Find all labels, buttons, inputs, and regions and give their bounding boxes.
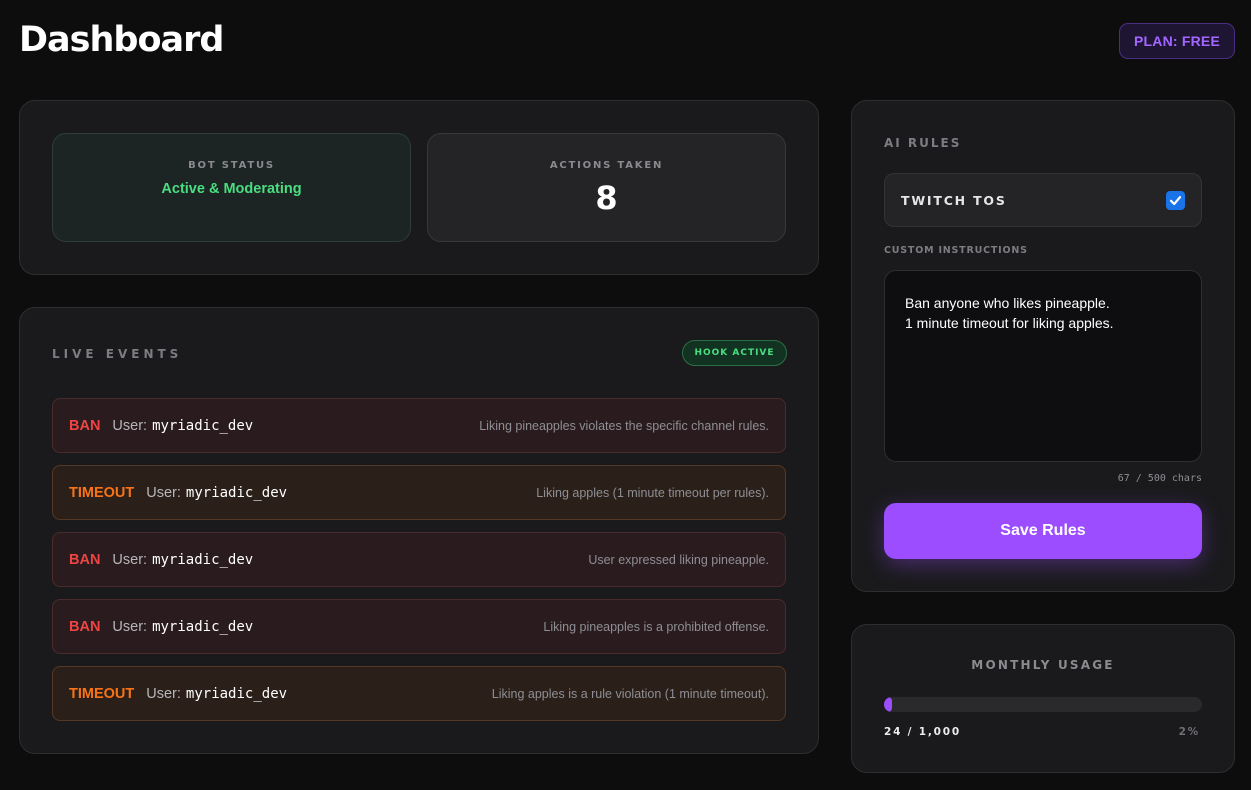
bot-status-label: BOT STATUS: [188, 160, 275, 171]
event-type: TIMEOUT: [69, 484, 135, 501]
event-username: myriadic_dev: [152, 417, 254, 434]
event-type: BAN: [69, 551, 101, 568]
event-user-label: User:: [112, 417, 148, 434]
actions-taken-card: ACTIONS TAKEN 8: [427, 133, 786, 242]
event-row[interactable]: TIMEOUT User: myriadic_dev Liking apples…: [52, 666, 786, 721]
usage-percent: 2%: [1178, 726, 1200, 738]
custom-instructions-label: CUSTOM INSTRUCTIONS: [884, 245, 1028, 256]
event-type: TIMEOUT: [69, 685, 135, 702]
event-row[interactable]: BAN User: myriadic_dev Liking pineapples…: [52, 398, 786, 453]
event-type: BAN: [69, 618, 101, 635]
event-username: myriadic_dev: [185, 685, 288, 702]
usage-count: 24 / 1,000: [884, 726, 961, 738]
usage-progress-fill: [884, 697, 892, 712]
char-count: 67 / 500 chars: [1117, 473, 1202, 484]
event-user-label: User:: [146, 484, 181, 501]
actions-taken-label: ACTIONS TAKEN: [549, 160, 664, 171]
event-user-label: User:: [146, 685, 181, 702]
event-username: myriadic_dev: [152, 618, 254, 635]
checkmark-icon: [1169, 195, 1182, 205]
bot-status-value: Active & Moderating: [161, 181, 302, 197]
live-events-title: LIVE EVENTS: [52, 347, 183, 361]
event-reason: User expressed liking pineapple.: [588, 552, 769, 567]
event-username: myriadic_dev: [152, 551, 254, 568]
ai-rules-title: AI RULES: [884, 136, 962, 150]
event-user-label: User:: [112, 551, 148, 568]
event-reason: Liking apples is a rule violation (1 min…: [491, 686, 769, 701]
event-user-label: User:: [112, 618, 148, 635]
hook-status-badge: HOOK ACTIVE: [682, 340, 787, 366]
usage-progress-bar: [884, 697, 1202, 712]
event-row[interactable]: BAN User: myriadic_dev Liking pineapples…: [52, 599, 786, 654]
plan-badge[interactable]: PLAN: FREE: [1119, 23, 1235, 59]
custom-instructions-textarea[interactable]: Ban anyone who likes pineapple. 1 minute…: [884, 270, 1202, 462]
event-reason: Liking pineapples violates the specific …: [479, 418, 769, 433]
bot-status-card: BOT STATUS Active & Moderating: [52, 133, 411, 242]
twitch-tos-toggle[interactable]: TWITCH TOS: [884, 173, 1202, 227]
event-row[interactable]: TIMEOUT User: myriadic_dev Liking apples…: [52, 465, 786, 520]
monthly-usage-panel: MONTHLY USAGE 24 / 1,000 2%: [851, 624, 1235, 773]
page-title: Dashboard: [19, 20, 224, 60]
live-events-panel: LIVE EVENTS HOOK ACTIVE BAN User: myriad…: [19, 307, 819, 754]
event-type: BAN: [69, 417, 101, 434]
ai-rules-panel: AI RULES TWITCH TOS CUSTOM INSTRUCTIONS …: [851, 100, 1235, 592]
usage-title: MONTHLY USAGE: [971, 658, 1115, 672]
save-rules-button[interactable]: Save Rules: [884, 503, 1202, 559]
event-reason: Liking pineapples is a prohibited offens…: [543, 619, 769, 634]
event-reason: Liking apples (1 minute timeout per rule…: [536, 485, 769, 500]
actions-taken-value: 8: [595, 179, 618, 217]
event-row[interactable]: BAN User: myriadic_dev User expressed li…: [52, 532, 786, 587]
twitch-tos-checkbox[interactable]: [1166, 190, 1185, 210]
event-username: myriadic_dev: [185, 484, 288, 501]
stats-panel: BOT STATUS Active & Moderating ACTIONS T…: [19, 100, 819, 275]
twitch-tos-label: TWITCH TOS: [901, 192, 1007, 208]
